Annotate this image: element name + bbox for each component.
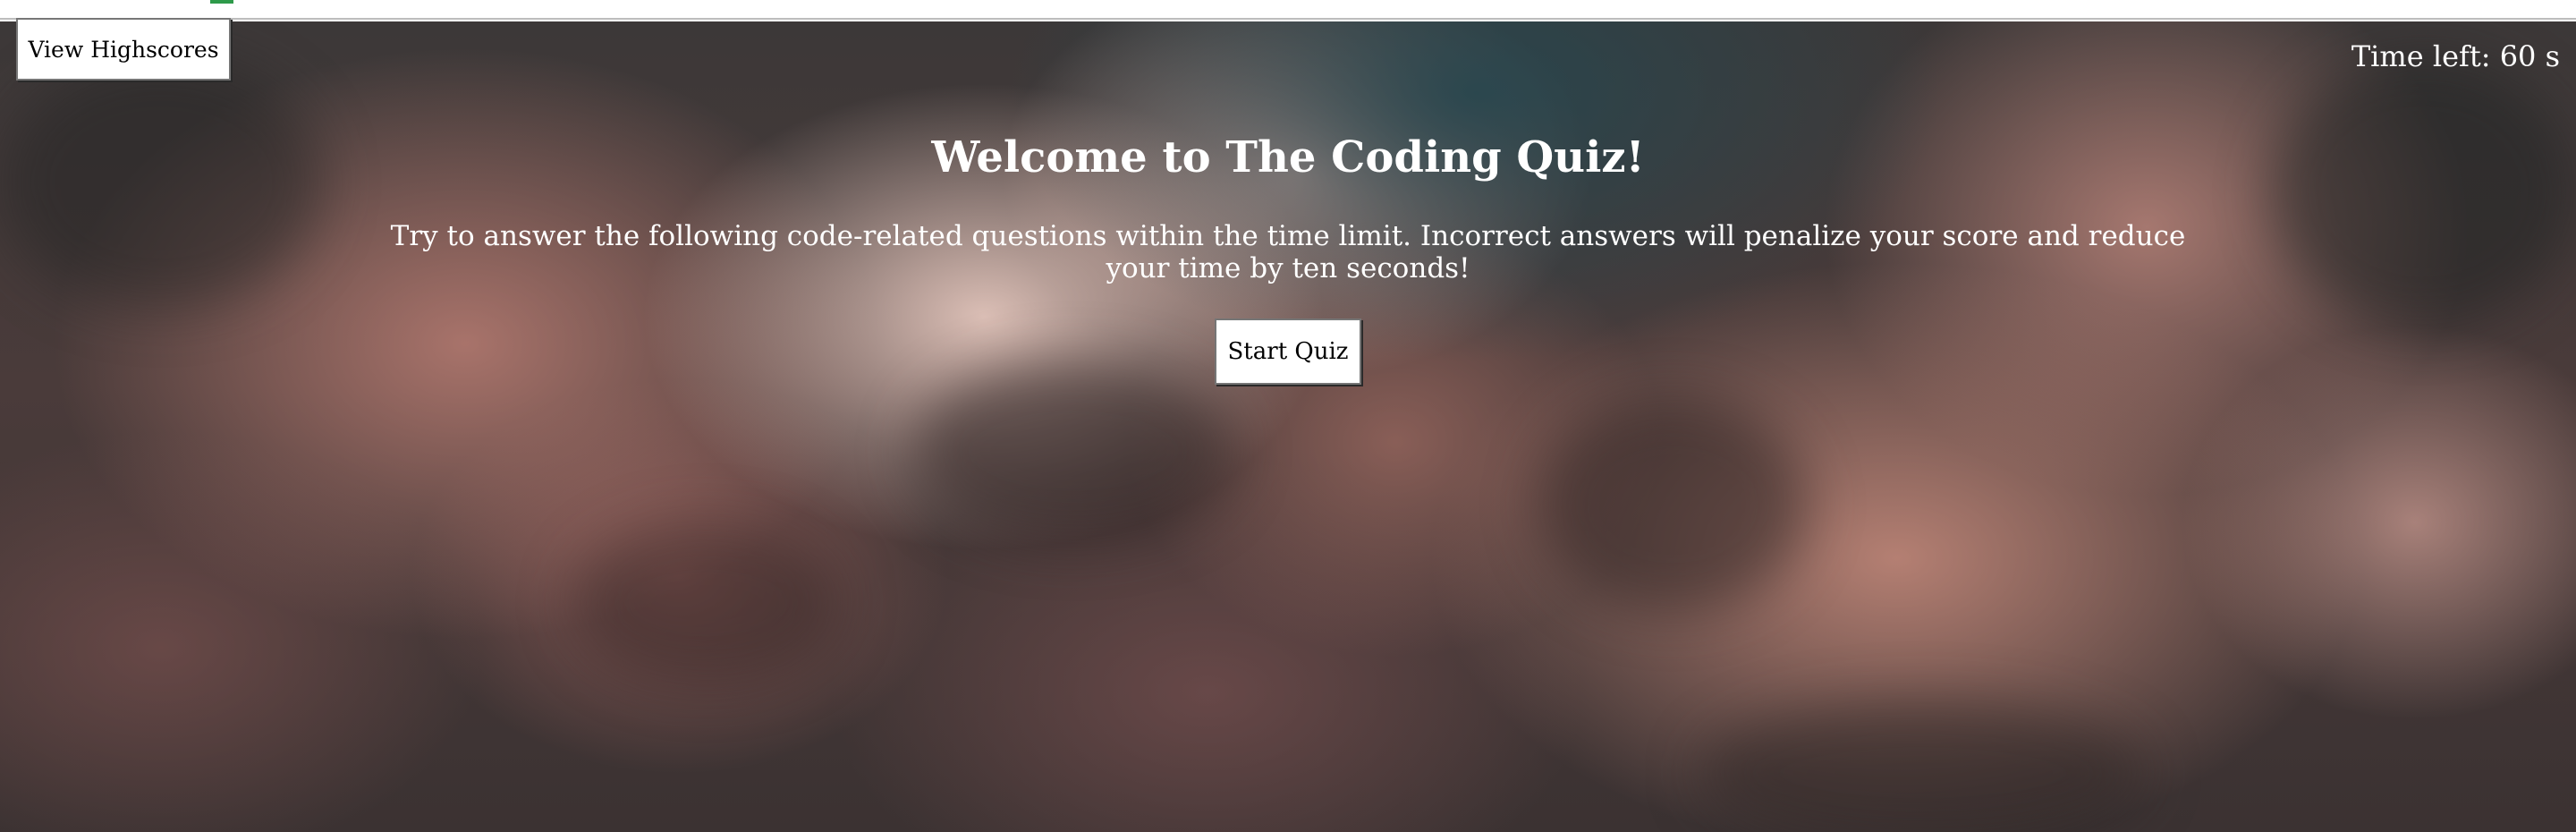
start-quiz-button[interactable]: Start Quiz (1215, 318, 1361, 385)
page-title: Welcome to The Coding Quiz! (931, 132, 1645, 183)
browser-tab-indicator (210, 0, 233, 4)
cloud-shadow (0, 57, 322, 308)
time-left-display: Time left: 60 s (2351, 39, 2560, 73)
cloud-shadow (912, 361, 1234, 540)
quiz-instructions: Try to answer the following code-related… (390, 220, 2186, 284)
cloud-shadow (572, 522, 841, 683)
cloud-shadow (1538, 397, 1807, 612)
cloud-shadow (1699, 701, 2147, 832)
view-highscores-button[interactable]: View Highscores (16, 18, 231, 81)
browser-top-strip (0, 0, 2576, 20)
cloud-shadow (2272, 57, 2576, 326)
